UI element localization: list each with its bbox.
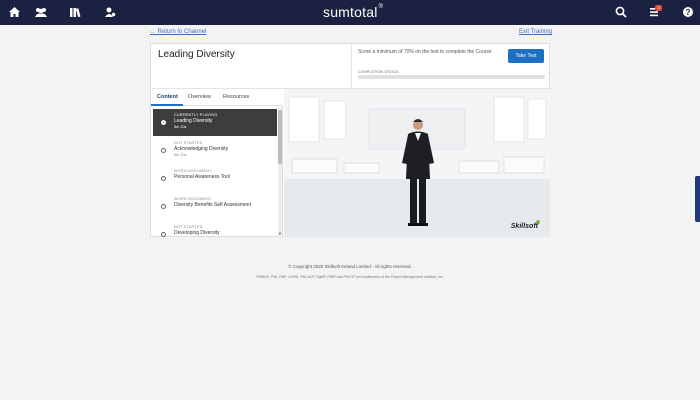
video-player[interactable]: Skillsoft <box>284 89 550 237</box>
list-item[interactable]: WORD DOCUMENT Personal Awareness Tool <box>153 165 277 192</box>
item-duration: 5m 20s <box>174 153 187 157</box>
item-status: NOT STARTED <box>174 141 203 145</box>
list-item[interactable]: NOT STARTED Developing Diversity <box>153 221 277 238</box>
search-icon[interactable] <box>614 6 628 19</box>
item-name: Diversity Benefits Self Assessment <box>174 202 251 208</box>
completion-status-label: COMPLETION STATUS <box>358 70 399 74</box>
home-icon[interactable] <box>7 6 21 19</box>
svg-text:?: ? <box>686 8 691 17</box>
radio-icon <box>161 148 166 153</box>
brand-mark: ® <box>378 4 384 10</box>
score-requirement-text: Score a minimum of 70% on the test to co… <box>358 49 492 55</box>
return-to-channel-link[interactable]: ← Return to Channel <box>150 29 206 35</box>
back-arrow-icon: ← <box>150 29 158 35</box>
item-name: Developing Diversity <box>174 230 220 236</box>
office-background-image <box>284 89 550 237</box>
content-tabs: Content Overview Resources <box>151 89 283 106</box>
course-player-card: Leading Diversity Score a minimum of 70%… <box>150 43 551 238</box>
brand-logo[interactable]: sumtotal® <box>323 4 383 20</box>
take-test-button[interactable]: Take Test <box>508 49 544 63</box>
tab-content[interactable]: Content <box>157 94 178 100</box>
footer-trademarks: PMBOK, PMI, PMP, CAPM, PMI-ACP, PgMP, Pf… <box>256 275 444 279</box>
header-divider <box>351 44 352 88</box>
content-list: CURRENTLY PLAYING Leading Diversity 5m 2… <box>151 107 283 238</box>
radio-icon <box>161 204 166 209</box>
item-name: Personal Awareness Tool <box>174 174 230 180</box>
help-icon[interactable]: ? <box>681 6 695 19</box>
scrollbar-thumb[interactable] <box>278 110 282 164</box>
exit-training-link[interactable]: Exit Training <box>519 29 552 35</box>
footer-copyright: © Copyright 2020 Skillsoft Ireland Limit… <box>288 264 412 269</box>
item-status: CURRENTLY PLAYING <box>174 113 218 117</box>
people-icon[interactable] <box>34 6 48 19</box>
list-item[interactable]: NOT STARTED Acknowledging Diversity 5m 2… <box>153 137 277 164</box>
user-group-icon[interactable] <box>103 6 117 19</box>
library-icon[interactable] <box>68 6 82 19</box>
return-to-channel-label: Return to Channel <box>157 29 207 35</box>
feedback-side-tab[interactable] <box>695 176 700 222</box>
radio-icon <box>161 232 166 237</box>
item-status: WORD DOCUMENT <box>174 197 212 201</box>
brand-name: sumtotal <box>323 4 378 20</box>
skillsoft-watermark: Skillsoft <box>510 223 538 230</box>
item-duration: 5m 20s <box>174 125 187 129</box>
radio-icon <box>161 176 166 181</box>
list-item[interactable]: WORD DOCUMENT Diversity Benefits Self As… <box>153 193 277 220</box>
item-name: Leading Diversity <box>174 118 213 124</box>
notification-badge: 3 <box>655 5 662 11</box>
active-tab-indicator <box>151 104 183 106</box>
item-status: WORD DOCUMENT <box>174 169 212 173</box>
completion-progress-bar <box>358 75 545 79</box>
tab-resources[interactable]: Resources <box>223 94 249 100</box>
radio-icon <box>161 120 166 125</box>
list-item[interactable]: CURRENTLY PLAYING Leading Diversity 5m 2… <box>153 109 277 136</box>
scroll-down-arrow-icon[interactable]: ▼ <box>278 231 282 236</box>
tab-overview[interactable]: Overview <box>188 94 211 100</box>
top-navigation-bar: sumtotal® 3 ? <box>0 0 700 25</box>
list-scrollbar[interactable]: ▼ <box>278 107 282 238</box>
course-title: Leading Diversity <box>158 49 235 60</box>
item-status: NOT STARTED <box>174 225 203 229</box>
item-name: Acknowledging Diversity <box>174 146 229 152</box>
